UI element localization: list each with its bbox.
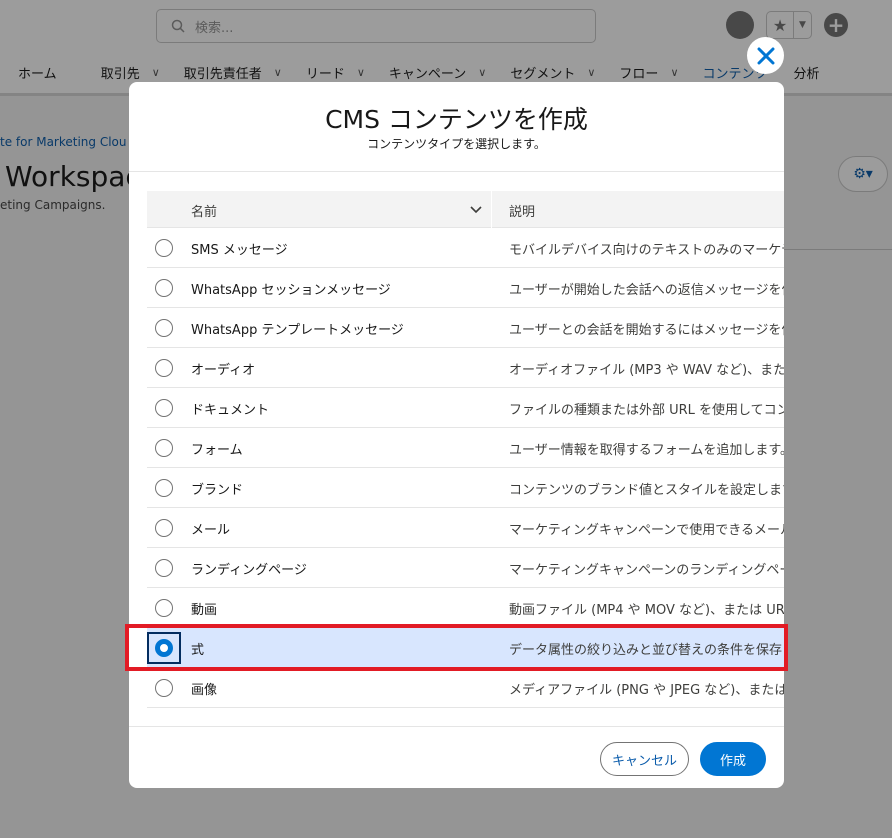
row-name: 画像 [191,683,218,698]
row-radio[interactable] [155,679,173,697]
table-row[interactable]: 動画 動画ファイル (MP4 や MOV など)、または URL へ [147,588,784,628]
column-header-description: 説明 [509,205,536,220]
row-description: 動画ファイル (MP4 や MOV など)、または URL へ [509,603,784,618]
row-description: データ属性の絞り込みと並び替えの条件を保存 [509,643,783,658]
row-radio[interactable] [155,479,173,497]
row-radio[interactable] [155,359,173,377]
table-row[interactable]: オーディオ オーディオファイル (MP3 や WAV など)、または URL [147,348,784,388]
row-name: SMS メッセージ [191,243,288,258]
row-description: オーディオファイル (MP3 や WAV など)、または URL [509,363,784,378]
chevron-down-icon[interactable] [469,203,483,217]
table-row[interactable]: WhatsApp セッションメッセージ ユーザーが開始した会話への返信メッセージ… [147,268,784,308]
row-name: フォーム [191,443,243,458]
cancel-button[interactable]: キャンセル [600,742,689,776]
close-icon [757,47,774,64]
table-row[interactable]: メール マーケティングキャンペーンで使用できるメールを追加 [147,508,784,548]
row-description: ファイルの種類または外部 URL を使用してコンテンツ [509,403,784,418]
close-modal-button[interactable] [747,37,784,74]
row-radio-checked[interactable] [155,639,173,657]
row-name: WhatsApp テンプレートメッセージ [191,323,404,338]
modal-title: CMS コンテンツを作成 [325,105,588,134]
row-radio[interactable] [155,439,173,457]
table-row[interactable]: WhatsApp テンプレートメッセージ ユーザーとの会話を開始するにはメッセー… [147,308,784,348]
table-row-selected[interactable]: 式 データ属性の絞り込みと並び替えの条件を保存 [147,628,784,668]
create-cms-content-modal: CMS コンテンツを作成 コンテンツタイプを選択します。 名前 説明 SMS メ… [129,82,784,788]
row-description: モバイルデバイス向けのテキストのみのマーケティングメッセージ [509,243,784,258]
row-name: メール [191,523,231,538]
table-header: 名前 説明 [147,191,784,228]
content-type-table: 名前 説明 SMS メッセージ モバイルデバイス向けのテキストのみのマーケティン… [147,191,784,708]
table-row[interactable]: ドキュメント ファイルの種類または外部 URL を使用してコンテンツ [147,388,784,428]
row-name: 式 [191,643,205,658]
row-radio[interactable] [155,399,173,417]
table-row[interactable]: ブランド コンテンツのブランド値とスタイルを設定します。 [147,468,784,508]
create-button[interactable]: 作成 [700,742,766,776]
row-radio[interactable] [155,559,173,577]
row-name: オーディオ [191,363,256,378]
row-name: 動画 [191,603,218,618]
row-description: メディアファイル (PNG や JPEG など)、または URL [509,683,784,698]
row-description: マーケティングキャンペーンのランディングページを追加 [509,563,784,578]
modal-footer: キャンセル 作成 [129,726,784,788]
table-row[interactable]: SMS メッセージ モバイルデバイス向けのテキストのみのマーケティングメッセージ [147,228,784,268]
row-radio[interactable] [155,519,173,537]
row-name: WhatsApp セッションメッセージ [191,283,391,298]
row-radio[interactable] [155,239,173,257]
row-description: コンテンツのブランド値とスタイルを設定します。 [509,483,784,498]
row-name: ドキュメント [191,403,270,418]
table-row[interactable]: フォーム ユーザー情報を取得するフォームを追加します。 [147,428,784,468]
table-row[interactable]: 画像 メディアファイル (PNG や JPEG など)、または URL [147,668,784,708]
modal-header: CMS コンテンツを作成 コンテンツタイプを選択します。 [129,82,784,172]
column-header-name[interactable]: 名前 [191,201,217,220]
row-name: ブランド [191,483,244,498]
row-radio[interactable] [155,319,173,337]
row-radio[interactable] [155,599,173,617]
row-name: ランディングページ [191,563,307,578]
row-radio[interactable] [155,279,173,297]
table-row[interactable]: ランディングページ マーケティングキャンペーンのランディングページを追加 [147,548,784,588]
column-divider[interactable] [491,191,492,228]
row-description: ユーザーが開始した会話への返信メッセージを作成します。 [509,283,784,298]
modal-subtitle: コンテンツタイプを選択します。 [367,137,546,151]
row-description: ユーザーとの会話を開始するにはメッセージを作成します。 [509,323,784,338]
row-description: ユーザー情報を取得するフォームを追加します。 [509,443,784,458]
row-description: マーケティングキャンペーンで使用できるメールを追加 [509,523,784,538]
